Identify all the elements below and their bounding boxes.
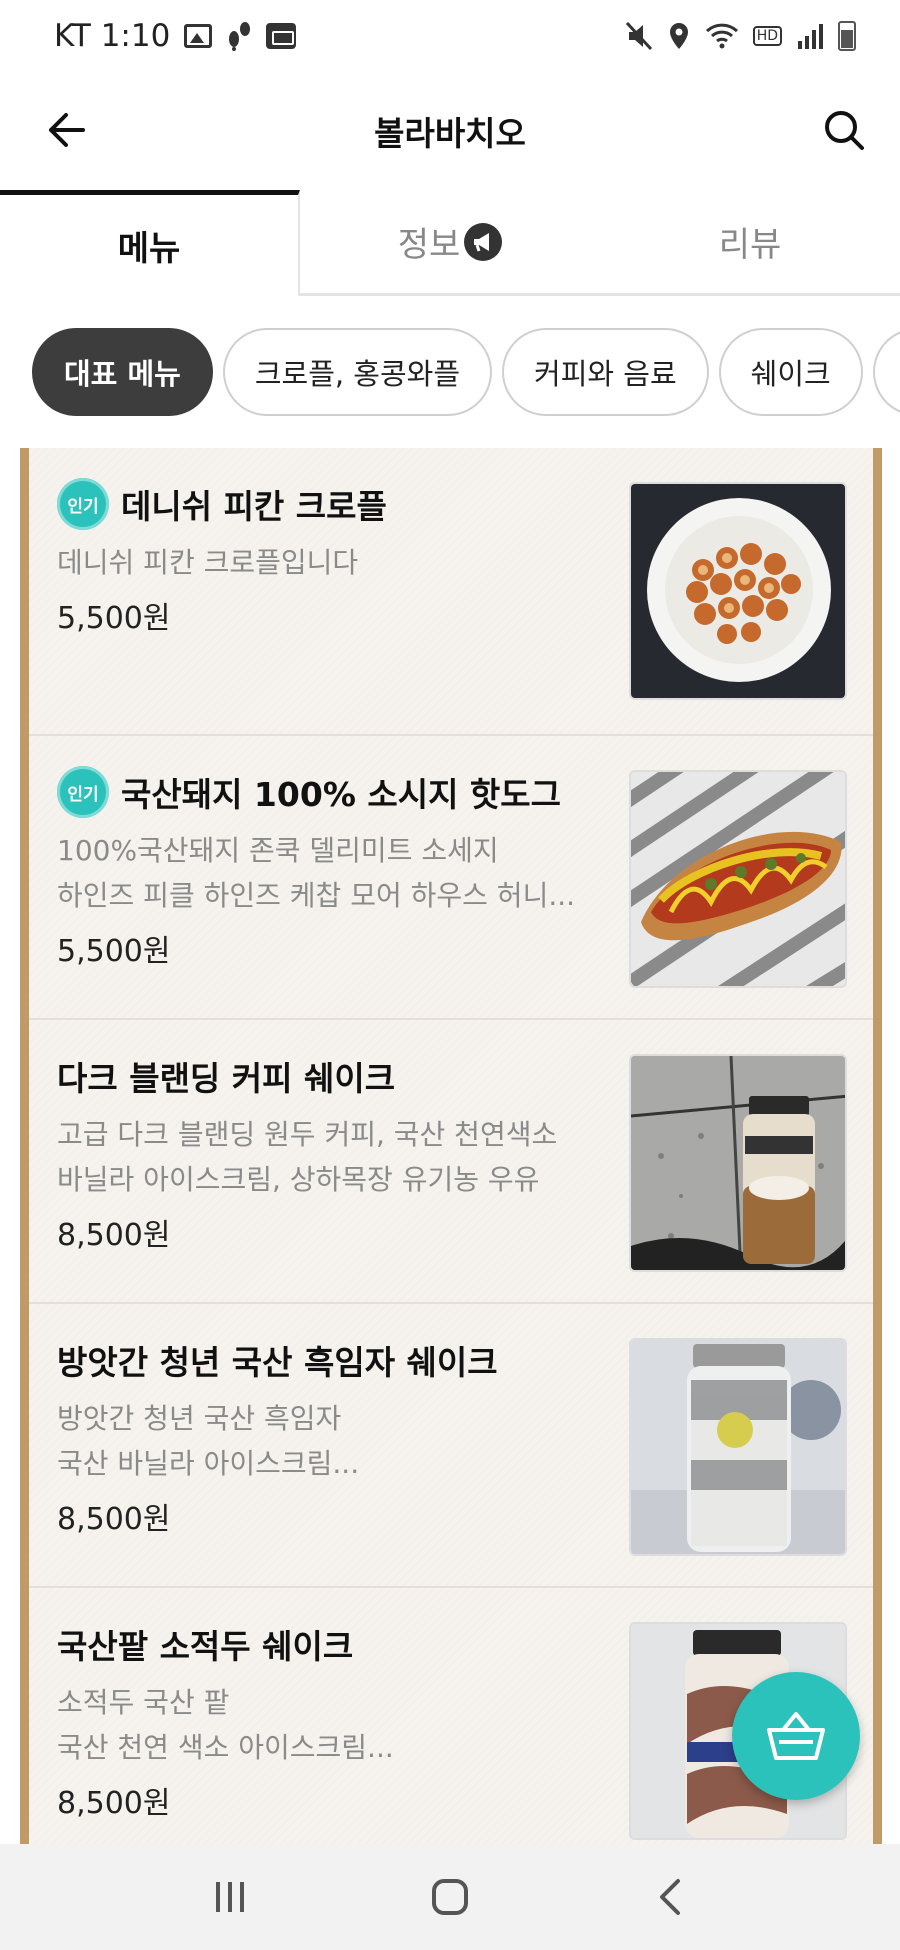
location-icon [669, 23, 688, 49]
menu-item[interactable]: 다크 블랜딩 커피 쉐이크 고급 다크 블랜딩 원두 커피, 국산 천연색소 바… [29, 1020, 873, 1304]
cart-button[interactable] [732, 1672, 860, 1800]
menu-item[interactable]: 인기 데니쉬 피칸 크로플 데니쉬 피칸 크로플입니다 5,500원 [29, 448, 873, 736]
menu-item-desc-line: 고급 다크 블랜딩 원두 커피, 국산 천연색소 [57, 1118, 558, 1151]
menu-item-desc-line: 100%국산돼지 존쿡 델리미트 소세지 [57, 834, 499, 867]
megaphone-icon [464, 222, 503, 261]
popular-badge: 인기 [57, 766, 109, 818]
menu-item-desc-line: 하인즈 피클 하인즈 케찹 모어 하우스 허니... [57, 879, 576, 912]
coffee-shake-photo[interactable] [629, 1054, 847, 1272]
menu-item-desc: 100%국산돼지 존쿡 델리미트 소세지 하인즈 피클 하인즈 케찹 모어 하우… [57, 828, 602, 918]
page-title: 볼라바치오 [374, 114, 526, 153]
basket-icon [767, 1712, 825, 1760]
search-icon [825, 111, 864, 150]
carrier-time: KT 1:10 [54, 18, 171, 54]
chip-shake[interactable]: 쉐이크 [718, 328, 863, 416]
menu-item-price: 8,500원 [57, 1786, 171, 1821]
menu-item-name: 다크 블랜딩 커피 쉐이크 [57, 1059, 396, 1098]
menu-item-desc: 고급 다크 블랜딩 원두 커피, 국산 천연색소 바닐라 아이스크림, 상하목장… [57, 1112, 602, 1202]
tab-bar: 메뉴 정보 리뷰 [0, 190, 900, 296]
popular-badge: 인기 [57, 478, 109, 530]
system-back-button[interactable] [630, 1857, 710, 1937]
menu-item-desc-line: 바닐라 아이스크림, 상하목장 유기농 우유 [57, 1163, 540, 1196]
menu-item-desc-line: 데니쉬 피칸 크로플입니다 [57, 546, 359, 579]
tab-menu[interactable]: 메뉴 [0, 190, 300, 296]
chip-croffle[interactable]: 크로플, 홍콩와플 [222, 328, 493, 416]
menu-item-title-row: 인기 국산돼지 100% 소시지 핫도그 [57, 766, 617, 818]
menu-item-price: 8,500원 [57, 1218, 171, 1253]
status-left: KT 1:10 [54, 18, 297, 54]
menu-item[interactable]: 인기 국산돼지 100% 소시지 핫도그 100%국산돼지 존쿡 델리미트 소세… [29, 736, 873, 1020]
hotdog-photo[interactable] [629, 770, 847, 988]
chip-more[interactable]: 마 [872, 328, 900, 416]
status-bar: KT 1:10 HD [0, 0, 900, 72]
menu-item-text: 인기 데니쉬 피칸 크로플 데니쉬 피칸 크로플입니다 5,500원 [57, 478, 617, 637]
menu-item-text: 인기 국산돼지 100% 소시지 핫도그 100%국산돼지 존쿡 델리미트 소세… [57, 766, 617, 970]
tab-menu-label: 메뉴 [117, 229, 181, 269]
pecan-croffle-photo[interactable] [629, 482, 847, 700]
menu-item-desc: 소적두 국산 팥 국산 천연 색소 아이스크림... [57, 1680, 602, 1770]
signal-icon [798, 24, 823, 49]
menu-item-price: 5,500원 [57, 601, 171, 636]
wifi-icon [705, 23, 738, 49]
mute-icon [625, 21, 652, 51]
menu-item-price: 8,500원 [57, 1502, 171, 1537]
menu-item-name: 국산돼지 100% 소시지 핫도그 [121, 775, 562, 814]
menu-item-title-row: 인기 데니쉬 피칸 크로플 [57, 478, 617, 530]
menu-item[interactable]: 방앗간 청년 국산 흑임자 쉐이크 방앗간 청년 국산 흑임자 국산 바닐라 아… [29, 1304, 873, 1588]
black-sesame-shake-photo[interactable] [629, 1338, 847, 1556]
menu-item-desc: 데니쉬 피칸 크로플입니다 [57, 540, 602, 585]
recent-apps-icon [216, 1882, 244, 1912]
steps-icon [229, 22, 251, 51]
app-header: 볼라바치오 [0, 72, 900, 190]
tab-review-label: 리뷰 [718, 225, 782, 265]
battery-icon [838, 21, 856, 51]
menu-item-desc-line: 소적두 국산 팥 [57, 1686, 230, 1719]
chip-coffee[interactable]: 커피와 음료 [502, 328, 709, 416]
menu-item-desc: 방앗간 청년 국산 흑임자 국산 바닐라 아이스크림... [57, 1396, 602, 1486]
hd-label: HD [752, 26, 782, 46]
menu-item-name: 국산팥 소적두 쉐이크 [57, 1627, 354, 1666]
recorder-icon [266, 23, 297, 49]
menu-item-title-row: 다크 블랜딩 커피 쉐이크 [57, 1050, 617, 1102]
recent-apps-button[interactable] [190, 1857, 270, 1937]
home-icon [432, 1879, 468, 1915]
status-right: HD [625, 21, 856, 51]
tab-info-label: 정보 [397, 225, 461, 265]
menu-item-name: 방앗간 청년 국산 흑임자 쉐이크 [57, 1343, 498, 1382]
menu-item-text: 다크 블랜딩 커피 쉐이크 고급 다크 블랜딩 원두 커피, 국산 천연색소 바… [57, 1050, 617, 1254]
tab-review[interactable]: 리뷰 [600, 190, 900, 293]
menu-item-text: 국산팥 소적두 쉐이크 소적두 국산 팥 국산 천연 색소 아이스크림... 8… [57, 1618, 617, 1822]
gallery-icon [184, 24, 213, 48]
chevron-left-icon [660, 1879, 680, 1915]
category-chips: 대표 메뉴 크로플, 홍콩와플 커피와 음료 쉐이크 마 [0, 296, 900, 448]
menu-item-desc-line: 국산 바닐라 아이스크림... [57, 1447, 360, 1480]
menu-list: 인기 데니쉬 피칸 크로플 데니쉬 피칸 크로플입니다 5,500원 인기 국산… [20, 448, 882, 1844]
arrow-left-icon [49, 113, 85, 147]
search-button[interactable] [814, 100, 874, 160]
menu-item-price: 5,500원 [57, 934, 171, 969]
menu-item-text: 방앗간 청년 국산 흑임자 쉐이크 방앗간 청년 국산 흑임자 국산 바닐라 아… [57, 1334, 617, 1538]
menu-item-desc-line: 국산 천연 색소 아이스크림... [57, 1731, 394, 1764]
menu-item-title-row: 국산팥 소적두 쉐이크 [57, 1618, 617, 1670]
menu-item-title-row: 방앗간 청년 국산 흑임자 쉐이크 [57, 1334, 617, 1386]
menu-item-desc-line: 방앗간 청년 국산 흑임자 [57, 1402, 342, 1435]
tab-info[interactable]: 정보 [300, 190, 600, 293]
home-button[interactable] [410, 1857, 490, 1937]
chip-signature[interactable]: 대표 메뉴 [32, 328, 213, 416]
system-nav-bar [0, 1844, 900, 1950]
back-button[interactable] [36, 100, 96, 160]
menu-item-name: 데니쉬 피칸 크로플 [121, 487, 387, 526]
